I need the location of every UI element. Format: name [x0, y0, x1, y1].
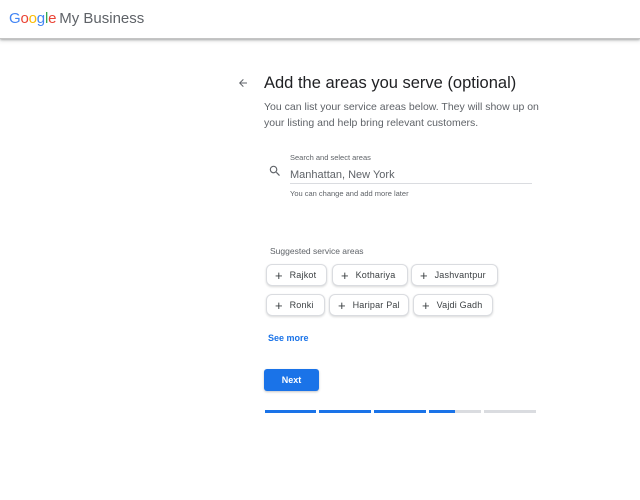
see-more-link[interactable]: See more [268, 333, 309, 343]
google-wordmark: Google [9, 10, 57, 27]
progress-segment-fill [265, 410, 316, 413]
next-button[interactable]: Next [264, 369, 319, 391]
progress-segment-fill [429, 410, 455, 413]
suggested-areas-label: Suggested service areas [270, 246, 364, 256]
search-icon [268, 164, 282, 178]
google-my-business-logo[interactable]: Google My Business [9, 10, 144, 28]
progress-segment-fill [319, 410, 371, 413]
page-subtitle: You can list your service areas below. T… [264, 101, 539, 129]
product-name: My Business [59, 10, 145, 27]
plus-icon: + [341, 267, 349, 283]
plus-icon: + [420, 267, 428, 283]
progress-bar [265, 410, 536, 413]
arrow-back-icon [239, 79, 247, 87]
chip-jashvantpur[interactable]: + Jashvantpur [411, 264, 498, 286]
progress-segment [374, 410, 426, 413]
page-title: Add the areas you serve (optional) [264, 74, 517, 92]
app-header: Google My Business [0, 0, 640, 39]
plus-icon: + [275, 267, 283, 283]
plus-icon: + [338, 297, 346, 313]
chip-vajdi-gadh[interactable]: + Vajdi Gadh [413, 294, 493, 316]
back-button[interactable] [234, 74, 252, 92]
progress-segment [429, 410, 481, 413]
search-hint: You can change and add more later [290, 189, 409, 198]
search-field-label: Search and select areas [290, 153, 371, 162]
search-areas-input[interactable] [290, 166, 532, 184]
plus-icon: + [275, 297, 283, 313]
chip-rajkot[interactable]: + Rajkot [266, 264, 327, 286]
progress-segment [265, 410, 316, 413]
progress-segment [484, 410, 536, 413]
chip-kothariya[interactable]: + Kothariya [332, 264, 408, 286]
chip-ronki[interactable]: + Ronki [266, 294, 325, 316]
progress-segment-fill [374, 410, 426, 413]
plus-icon: + [422, 297, 430, 313]
progress-segment [319, 410, 371, 413]
chip-haripar-pal[interactable]: + Haripar Pal [329, 294, 409, 316]
